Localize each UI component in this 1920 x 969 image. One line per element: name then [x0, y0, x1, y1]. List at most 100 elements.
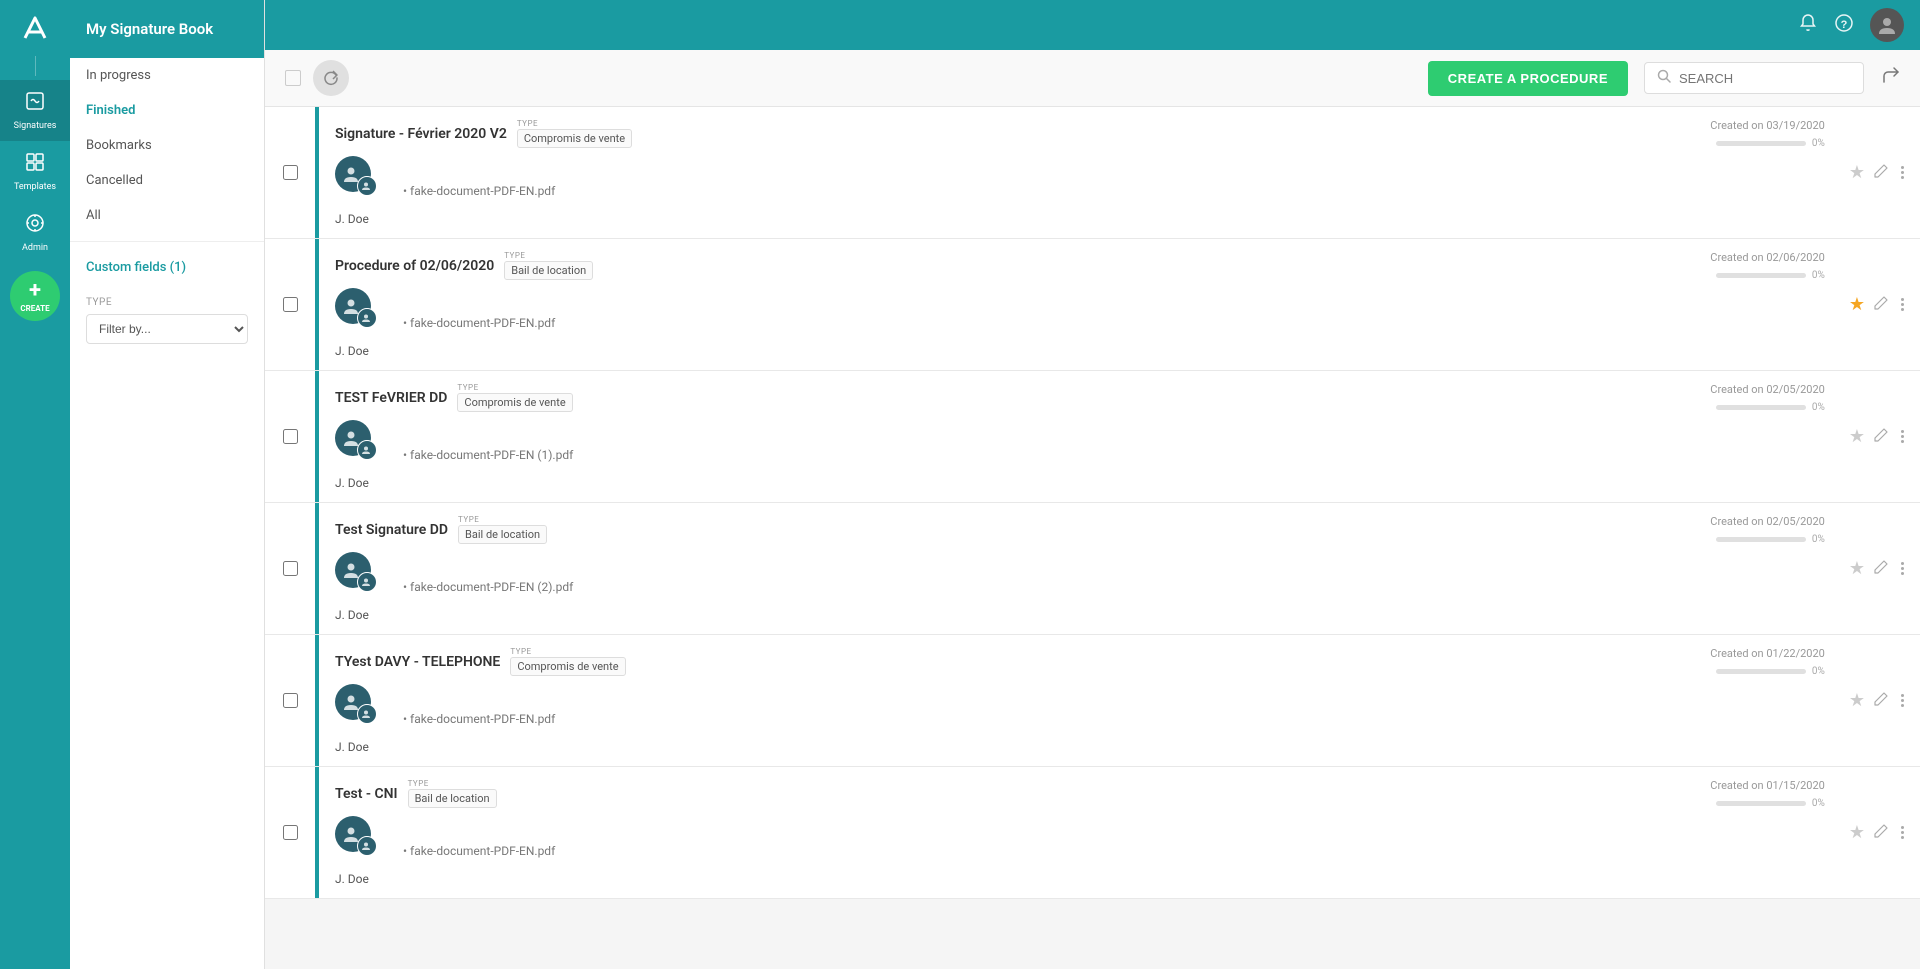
edit-icon[interactable]: [1873, 163, 1889, 183]
sidebar-item-admin[interactable]: Admin: [0, 202, 70, 263]
progress-bar: [1716, 141, 1806, 146]
type-label: TYPE: [408, 779, 497, 788]
type-label: TYPE: [510, 647, 625, 656]
user-avatar: [335, 420, 371, 456]
notification-button[interactable]: [1798, 13, 1818, 38]
created-date: Created on 02/05/2020: [1710, 383, 1825, 396]
edit-icon[interactable]: [1873, 823, 1889, 843]
type-label: TYPE: [457, 383, 572, 392]
item-title: TYest DAVY - TELEPHONE: [335, 654, 500, 670]
type-label: TYPE: [517, 119, 632, 128]
user-name: J. Doe: [335, 608, 371, 622]
edit-icon[interactable]: [1873, 691, 1889, 711]
star-button[interactable]: ★: [1849, 690, 1865, 711]
item-checkbox[interactable]: [283, 429, 298, 444]
nav-link-finished[interactable]: Finished: [70, 93, 264, 128]
more-button[interactable]: [1897, 162, 1908, 183]
user-avatar: [335, 816, 371, 852]
item-checkbox[interactable]: [283, 165, 298, 180]
sidebar-title: My Signature Book: [70, 0, 264, 58]
custom-fields-link[interactable]: Custom fields (1): [70, 250, 264, 285]
more-button[interactable]: [1897, 558, 1908, 579]
filter-type-select[interactable]: Filter by... Compromis de vente Bail de …: [86, 314, 248, 344]
admin-label: Admin: [22, 243, 48, 253]
user-name: J. Doe: [335, 212, 371, 226]
create-label: CREATE: [20, 304, 49, 313]
type-value: Compromis de vente: [457, 393, 572, 412]
item-header: Test Signature DD TYPE Bail de location: [335, 515, 1621, 544]
app-logo[interactable]: [15, 8, 55, 48]
file-name: • fake-document-PDF-EN.pdf: [403, 712, 555, 726]
list-item: Procedure of 02/06/2020 TYPE Bail de loc…: [265, 239, 1920, 371]
item-body: Test Signature DD TYPE Bail de location: [319, 503, 1637, 634]
sidebar-item-signatures[interactable]: Signatures: [0, 80, 70, 141]
more-button[interactable]: [1897, 822, 1908, 843]
item-content: J. Doe • fake-document-PDF-EN (1).pdf: [335, 420, 1621, 490]
list-item: Signature - Février 2020 V2 TYPE Comprom…: [265, 107, 1920, 239]
svg-text:?: ?: [1841, 19, 1848, 31]
item-actions: ★: [1837, 767, 1920, 898]
share-icon[interactable]: [1880, 66, 1900, 91]
created-date: Created on 01/22/2020: [1710, 647, 1825, 660]
nav-link-bookmarks[interactable]: Bookmarks: [70, 128, 264, 163]
admin-icon: [24, 212, 46, 239]
item-type-badge: TYPE Bail de location: [458, 515, 547, 544]
edit-icon[interactable]: [1873, 295, 1889, 315]
item-title: TEST FeVRIER DD: [335, 390, 447, 406]
created-date: Created on 02/05/2020: [1710, 515, 1825, 528]
more-button[interactable]: [1897, 690, 1908, 711]
item-checkbox[interactable]: [283, 825, 298, 840]
progress-bar: [1716, 801, 1806, 806]
type-value: Bail de location: [408, 789, 497, 808]
created-date: Created on 02/06/2020: [1710, 251, 1825, 264]
item-content: J. Doe • fake-document-PDF-EN (2).pdf: [335, 552, 1621, 622]
item-checkbox[interactable]: [283, 297, 298, 312]
progress-bar: [1716, 537, 1806, 542]
item-type-badge: TYPE Bail de location: [504, 251, 593, 280]
refresh-button[interactable]: [313, 60, 349, 96]
star-button[interactable]: ★: [1849, 162, 1865, 183]
secondary-avatar: [357, 176, 377, 196]
progress-bar: [1716, 273, 1806, 278]
user-avatar-topbar[interactable]: [1870, 8, 1904, 42]
nav-link-all[interactable]: All: [70, 198, 264, 233]
item-title: Signature - Février 2020 V2: [335, 126, 507, 142]
select-all-checkbox[interactable]: [285, 70, 301, 86]
more-button[interactable]: [1897, 426, 1908, 447]
search-input[interactable]: [1679, 71, 1851, 86]
create-button-sidebar[interactable]: + CREATE: [10, 271, 60, 321]
item-meta: Created on 01/15/2020 0%: [1637, 767, 1837, 898]
item-checkbox[interactable]: [283, 561, 298, 576]
star-button[interactable]: ★: [1849, 426, 1865, 447]
progress-pct: 0%: [1812, 666, 1825, 677]
star-button[interactable]: ★: [1849, 558, 1865, 579]
signatures-icon: [24, 90, 46, 117]
item-title: Test Signature DD: [335, 522, 448, 538]
more-button[interactable]: [1897, 294, 1908, 315]
edit-icon[interactable]: [1873, 427, 1889, 447]
signatures-label: Signatures: [14, 121, 57, 131]
user-avatar: [335, 288, 371, 324]
nav-link-cancelled[interactable]: Cancelled: [70, 163, 264, 198]
star-button[interactable]: ★: [1849, 822, 1865, 843]
item-body: TYest DAVY - TELEPHONE TYPE Compromis de…: [319, 635, 1637, 766]
star-button[interactable]: ★: [1849, 294, 1865, 315]
item-type-badge: TYPE Compromis de vente: [457, 383, 572, 412]
item-meta: Created on 03/19/2020 0%: [1637, 107, 1837, 238]
item-checkbox[interactable]: [283, 693, 298, 708]
item-checkbox-col: [265, 239, 315, 370]
edit-icon[interactable]: [1873, 559, 1889, 579]
file-name: • fake-document-PDF-EN.pdf: [403, 844, 555, 858]
help-button[interactable]: ?: [1834, 13, 1854, 38]
user-avatar: [335, 552, 371, 588]
item-body: TEST FeVRIER DD TYPE Compromis de vente: [319, 371, 1637, 502]
sidebar-item-templates[interactable]: Templates: [0, 141, 70, 202]
nav-link-in-progress[interactable]: In progress: [70, 58, 264, 93]
item-content: J. Doe • fake-document-PDF-EN.pdf: [335, 684, 1621, 754]
list-item: TYest DAVY - TELEPHONE TYPE Compromis de…: [265, 635, 1920, 767]
user-avatar: [335, 156, 371, 192]
progress-pct: 0%: [1812, 138, 1825, 149]
create-procedure-button[interactable]: CREATE A PROCEDURE: [1428, 61, 1628, 96]
item-actions: ★: [1837, 371, 1920, 502]
avatar-group: J. Doe: [335, 684, 371, 754]
